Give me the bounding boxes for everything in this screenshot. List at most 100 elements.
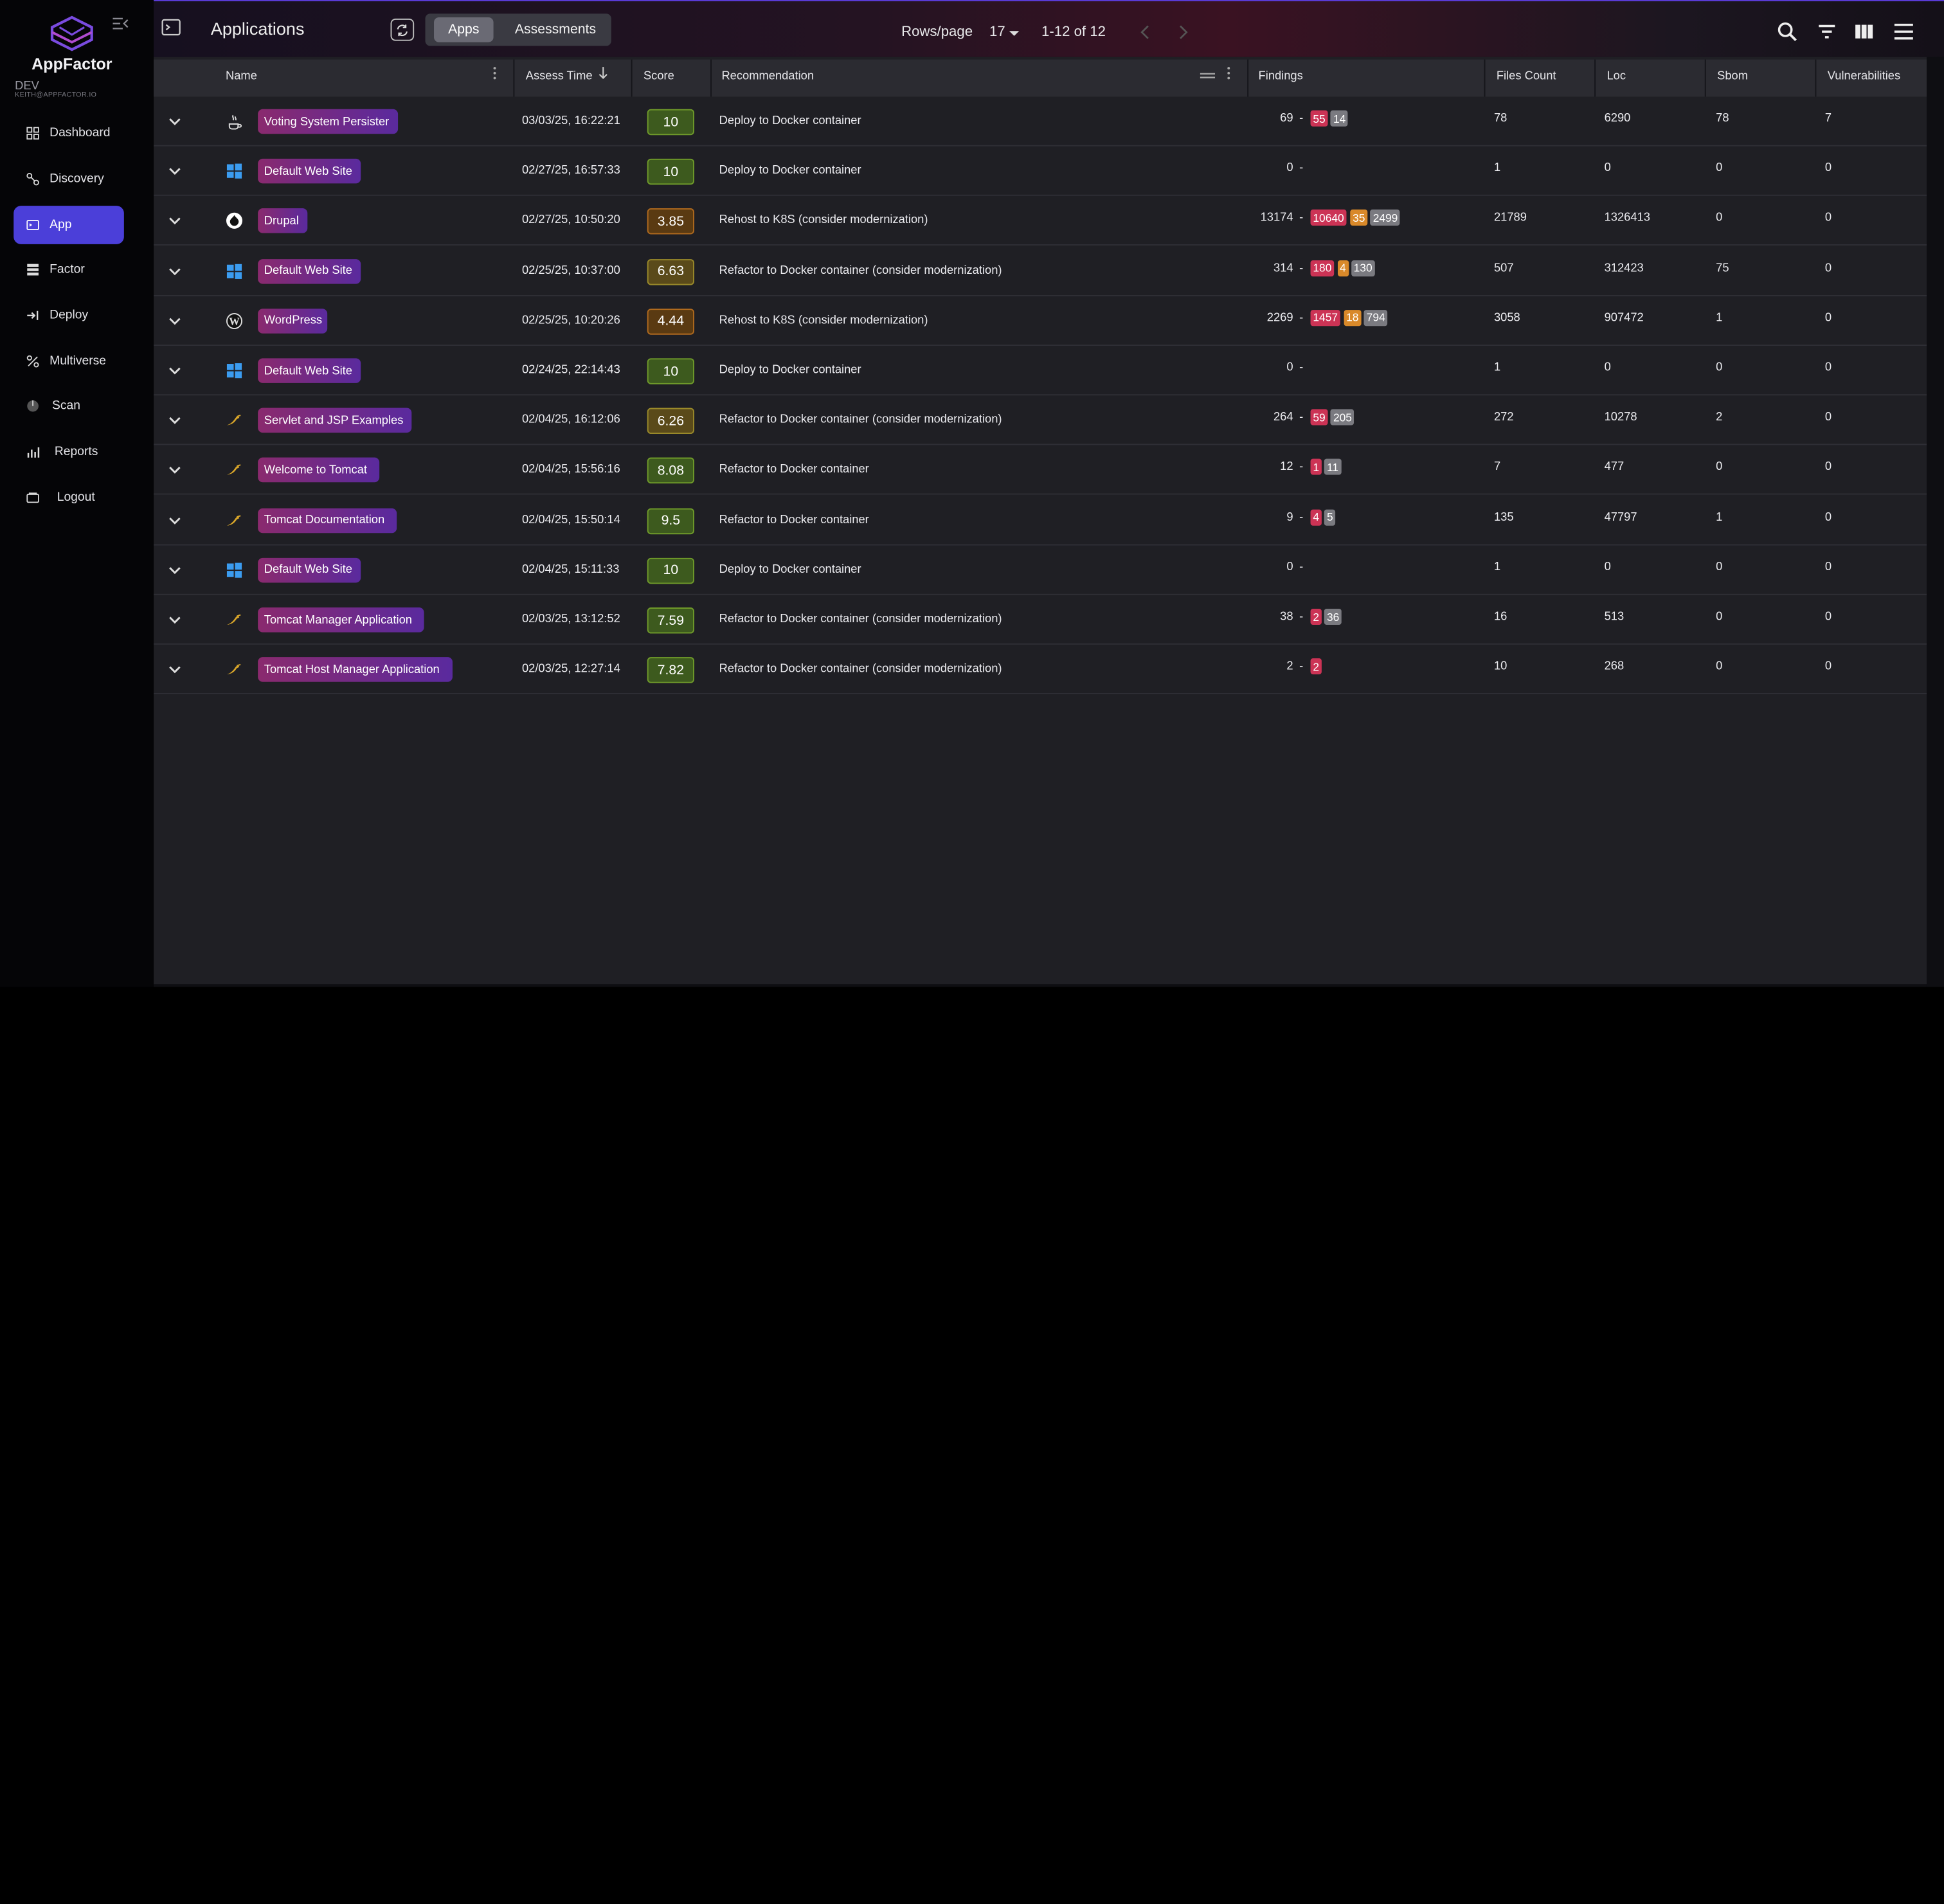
expand-row-icon[interactable] [168, 367, 181, 375]
column-divider[interactable] [1815, 59, 1817, 97]
files-count: 272 [1493, 410, 1514, 424]
assess-time: 02/04/25, 15:50:14 [521, 512, 620, 526]
column-divider[interactable] [1247, 59, 1249, 97]
sidebar-item-label: App [50, 218, 72, 232]
sidebar-item-discovery[interactable]: Discovery [14, 160, 124, 199]
expand-row-icon[interactable] [168, 516, 181, 525]
app-name-tag[interactable]: Drupal [258, 208, 308, 234]
terminal-icon[interactable] [161, 19, 181, 36]
column-divider[interactable] [1484, 59, 1486, 97]
filter-icon[interactable] [1816, 21, 1837, 42]
environment-label: DEV [15, 79, 39, 93]
expand-row-icon[interactable] [168, 417, 181, 424]
expand-row-icon[interactable] [168, 566, 181, 574]
app-name-tag[interactable]: Welcome to Tomcat [258, 458, 380, 483]
expand-row-icon[interactable] [168, 616, 181, 624]
sidebar-item-app[interactable]: App [14, 206, 124, 244]
column-header-name[interactable]: Name [226, 69, 257, 83]
column-divider[interactable] [631, 59, 633, 97]
search-icon[interactable] [1777, 21, 1798, 42]
app-name-tag[interactable]: Default Web Site [258, 258, 361, 283]
score-badge: 9.5 [647, 507, 695, 534]
column-divider[interactable] [1704, 59, 1706, 97]
column-menu-icon[interactable] [491, 66, 499, 80]
table-row[interactable] [154, 196, 1927, 246]
expand-row-icon[interactable] [168, 467, 181, 474]
expand-row-icon[interactable] [168, 217, 181, 225]
reports-icon [24, 443, 41, 460]
table-row[interactable] [154, 496, 1927, 545]
findings-badge-gray: 5 [1324, 508, 1336, 525]
findings-separator: - [1299, 161, 1304, 175]
score-badge: 7.59 [647, 607, 695, 634]
findings-separator: - [1299, 361, 1304, 375]
app-name-tag[interactable]: Voting System Persister [258, 109, 399, 134]
table-row[interactable] [154, 296, 1927, 346]
table-row[interactable] [154, 246, 1927, 296]
column-header-assess-time[interactable]: Assess Time [526, 69, 593, 83]
drag-handle-icon[interactable] [1199, 71, 1216, 80]
score-badge: 10 [647, 159, 695, 185]
table-row[interactable] [154, 545, 1927, 595]
sbom: 0 [1716, 609, 1723, 624]
tomcat-icon [226, 412, 243, 429]
sidebar-item-scan[interactable]: Scan [14, 387, 124, 426]
score-badge: 10 [647, 358, 695, 384]
vulnerabilities: 0 [1824, 609, 1832, 624]
chevron-down-icon[interactable] [1009, 31, 1020, 36]
column-divider[interactable] [513, 59, 515, 97]
findings-separator: - [1299, 609, 1304, 624]
sidebar-item-multiverse[interactable]: Multiverse [14, 342, 124, 381]
sbom: 0 [1716, 460, 1723, 474]
columns-icon[interactable] [1853, 21, 1875, 42]
app-name-tag[interactable]: Servlet and JSP Examples [258, 408, 412, 433]
app-name-tag[interactable]: Tomcat Documentation [258, 507, 397, 533]
menu-icon[interactable] [1893, 21, 1914, 42]
recommendation: Refactor to Docker container (consider m… [719, 413, 1002, 427]
sidebar-item-dashboard[interactable]: Dashboard [14, 114, 124, 152]
column-header-vulnerabilities[interactable]: Vulnerabilities [1828, 69, 1900, 83]
app-name-tag[interactable]: Default Web Site [258, 557, 361, 583]
loc: 513 [1604, 609, 1625, 624]
column-menu-icon[interactable] [1225, 66, 1232, 80]
app-name-tag[interactable]: WordPress [258, 308, 328, 334]
sidebar-item-deploy[interactable]: Deploy [14, 296, 124, 335]
sidebar-item-logout[interactable]: Logout [14, 478, 124, 517]
expand-row-icon[interactable] [168, 317, 181, 325]
expand-row-icon[interactable] [168, 666, 181, 674]
refresh-button[interactable] [390, 18, 415, 41]
tab-apps[interactable]: Apps [434, 17, 494, 42]
column-divider[interactable] [710, 59, 712, 97]
table-row[interactable] [154, 147, 1927, 197]
table-row[interactable] [154, 346, 1927, 396]
previous-page-icon[interactable] [1138, 24, 1153, 41]
assess-time: 02/27/25, 16:57:33 [521, 163, 620, 178]
findings-badge-gray: 205 [1331, 409, 1354, 426]
column-header-score[interactable]: Score [644, 69, 674, 83]
sidebar-item-reports[interactable]: Reports [14, 433, 124, 471]
rows-per-page-select[interactable]: 17 [989, 25, 1005, 40]
table-row[interactable] [154, 445, 1927, 496]
app-name-tag[interactable]: Default Web Site [258, 159, 361, 184]
app-name-tag[interactable]: Default Web Site [258, 358, 361, 383]
expand-row-icon[interactable] [168, 267, 181, 275]
tab-assessments[interactable]: Assessments [503, 17, 608, 42]
column-divider[interactable] [1594, 59, 1596, 97]
app-name-tag[interactable]: Tomcat Host Manager Application [258, 657, 453, 683]
column-header-recommendation[interactable]: Recommendation [721, 69, 814, 83]
next-page-icon[interactable] [1175, 24, 1190, 41]
sort-descending-icon[interactable] [598, 66, 609, 80]
column-header-sbom[interactable]: Sbom [1717, 69, 1748, 83]
app-name-tag[interactable]: Tomcat Manager Application [258, 607, 424, 633]
collapse-sidebar-icon[interactable] [112, 16, 129, 31]
expand-row-icon[interactable] [168, 168, 181, 175]
table-row[interactable] [154, 396, 1927, 445]
column-header-findings[interactable]: Findings [1259, 69, 1303, 83]
user-email: KEITH@APPFACTOR.IO [15, 91, 97, 100]
expand-row-icon[interactable] [168, 118, 181, 125]
column-header-loc[interactable]: Loc [1607, 69, 1626, 83]
table-row[interactable] [154, 96, 1927, 147]
sidebar-item-factor[interactable]: Factor [14, 251, 124, 289]
vertical-scrollbar[interactable] [1927, 57, 1944, 987]
column-header-files-count[interactable]: Files Count [1497, 69, 1556, 83]
